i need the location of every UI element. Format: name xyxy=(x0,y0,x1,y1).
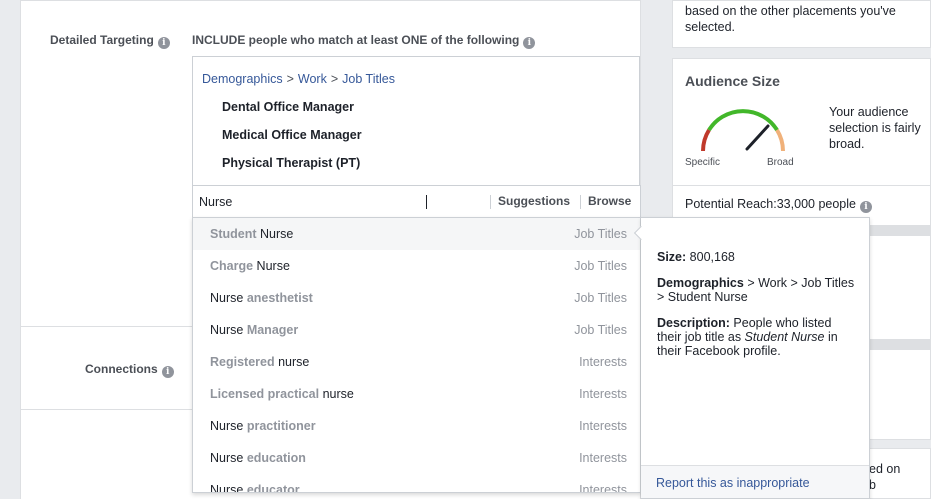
detail-size: Size: 800,168 xyxy=(657,250,857,264)
detail-footer: Report this as inappropriate xyxy=(641,465,869,498)
section-divider-left xyxy=(20,326,192,327)
targeting-search-input[interactable] xyxy=(199,193,479,211)
selected-targeting-box: Demographics > Work > Job Titles Dental Offi… xyxy=(192,56,640,186)
selected-item-medical-office-manager[interactable]: Medical Office Manager xyxy=(222,128,362,142)
breadcrumb-job-titles[interactable]: Job Titles xyxy=(342,72,395,86)
suggestion-row[interactable]: Nurse practitioner Interests xyxy=(193,410,640,442)
info-icon[interactable]: i xyxy=(523,37,536,49)
suggestion-row[interactable]: Charge Nurse Job Titles xyxy=(193,250,640,282)
detail-description: Description: People who listed their job… xyxy=(657,316,838,358)
suggestion-name: Student Nurse xyxy=(210,227,294,241)
selected-item-dental-office-manager[interactable]: Dental Office Manager xyxy=(222,100,354,114)
search-divider xyxy=(490,195,491,209)
audience-size-text: Your audience selection is fairly broad. xyxy=(829,105,921,151)
suggestion-row[interactable]: Student Nurse Job Titles xyxy=(193,218,640,250)
connections-text: Connections xyxy=(85,362,158,376)
connections-label: Connections i xyxy=(85,362,174,378)
detail-path-label: Demographics xyxy=(657,276,744,290)
top-divider xyxy=(20,0,641,1)
suggestion-type: Interests xyxy=(579,387,627,401)
suggestion-row[interactable]: Licensed practical nurse Interests xyxy=(193,378,640,410)
detailed-targeting-label: Detailed Targeting i xyxy=(50,33,170,49)
suggestion-name: Nurse educator xyxy=(210,483,300,493)
suggestions-button[interactable]: Suggestions xyxy=(498,194,570,208)
section-divider-left-2 xyxy=(20,409,192,410)
info-icon[interactable]: i xyxy=(859,201,872,213)
suggestion-row[interactable]: Nurse educator Interests xyxy=(193,474,640,493)
search-divider xyxy=(580,195,581,209)
suggestion-name: Registered nurse xyxy=(210,355,310,369)
suggestion-type: Job Titles xyxy=(574,291,627,305)
gauge-broad-label: Broad xyxy=(767,157,794,168)
placements-note-card: based on the other placements you've sel… xyxy=(672,0,931,48)
potential-reach-value: 33,000 people xyxy=(776,197,856,211)
suggestion-type: Interests xyxy=(579,355,627,369)
suggestion-name: Charge Nurse xyxy=(210,259,290,273)
suggestion-name: Nurse anesthetist xyxy=(210,291,313,305)
bottom-card-text: ed on xyxy=(869,462,901,476)
selected-item-physical-therapist[interactable]: Physical Therapist (PT) xyxy=(222,156,360,170)
include-text: INCLUDE people who match at least ONE of… xyxy=(192,33,520,47)
bottom-card-text-2: b xyxy=(869,478,876,492)
detail-size-label: Size: xyxy=(657,250,687,264)
report-inappropriate-link[interactable]: Report this as inappropriate xyxy=(656,476,810,490)
suggestion-type: Interests xyxy=(579,483,627,493)
suggestion-type: Interests xyxy=(579,451,627,465)
text-caret xyxy=(426,195,427,209)
breadcrumb-work[interactable]: Work xyxy=(298,72,327,86)
suggestion-type: Job Titles xyxy=(574,227,627,241)
include-header: INCLUDE people who match at least ONE of… xyxy=(192,33,536,49)
suggestion-row[interactable]: Nurse anesthetist Job Titles xyxy=(193,282,640,314)
suggestion-name: Nurse education xyxy=(210,451,306,465)
potential-reach-label: Potential Reach: xyxy=(685,197,777,211)
info-icon[interactable]: i xyxy=(161,366,174,378)
suggestion-row[interactable]: Nurse Manager Job Titles xyxy=(193,314,640,346)
suggestion-type: Interests xyxy=(579,419,627,433)
placements-note-text: based on the other placements you've sel… xyxy=(685,4,896,34)
suggestion-name: Nurse practitioner xyxy=(210,419,316,433)
suggestion-dropdown: Student Nurse Job Titles Charge Nurse Jo… xyxy=(192,217,641,493)
detail-size-value: 800,168 xyxy=(689,250,735,264)
breadcrumb: Demographics > Work > Job Titles xyxy=(202,72,395,86)
suggestion-detail-panel: Size: 800,168 Demographics > Work > Job … xyxy=(641,217,870,499)
breadcrumb-demographics[interactable]: Demographics xyxy=(202,72,283,86)
audience-size-card: Audience Size Specific Broad Your audien… xyxy=(672,58,931,186)
potential-reach: Potential Reach:33,000 people i xyxy=(685,196,872,213)
suggestion-row[interactable]: Nurse education Interests xyxy=(193,442,640,474)
suggestion-name: Licensed practical nurse xyxy=(210,387,354,401)
info-icon[interactable]: i xyxy=(157,37,170,49)
targeting-search-row: Suggestions Browse xyxy=(192,185,641,218)
suggestion-name: Nurse Manager xyxy=(210,323,299,337)
audience-size-title: Audience Size xyxy=(685,73,780,89)
browse-button[interactable]: Browse xyxy=(588,194,631,208)
detail-path: Demographics > Work > Job Titles > Stude… xyxy=(657,276,857,304)
detailed-targeting-text: Detailed Targeting xyxy=(50,33,154,47)
suggestion-type: Job Titles xyxy=(574,323,627,337)
gauge-specific-label: Specific xyxy=(685,157,721,168)
detail-description-label: Description: xyxy=(657,316,730,330)
audience-gauge-icon xyxy=(701,109,785,152)
suggestion-row[interactable]: Registered nurse Interests xyxy=(193,346,640,378)
suggestion-type: Job Titles xyxy=(574,259,627,273)
